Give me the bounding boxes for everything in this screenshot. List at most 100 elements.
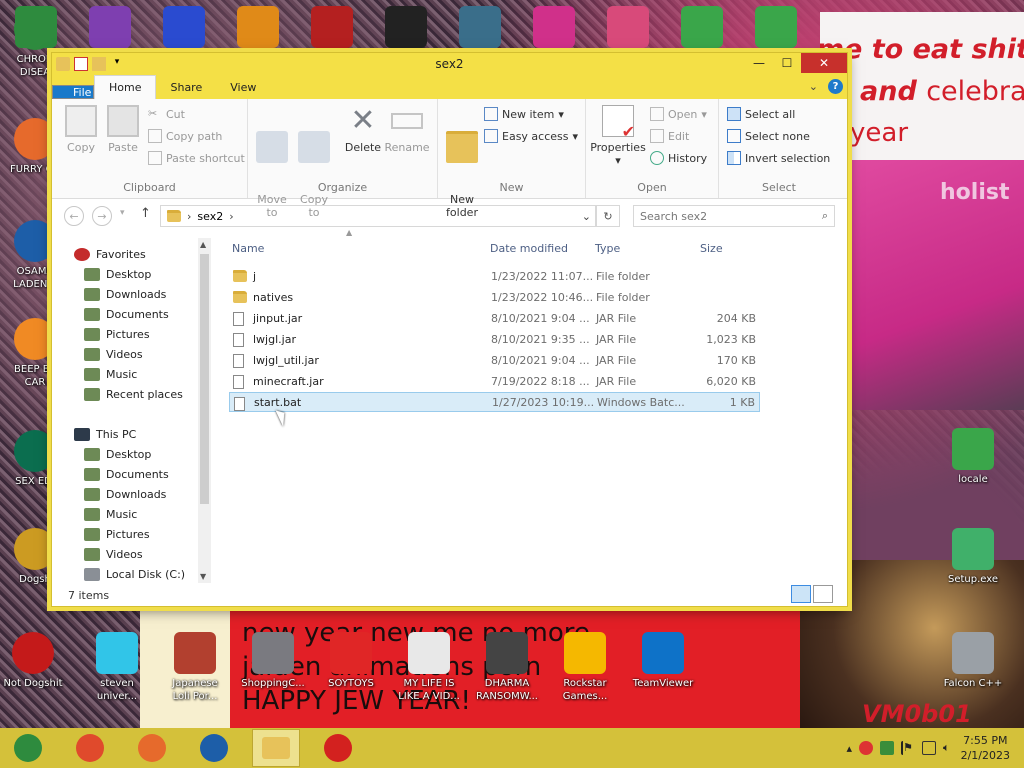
desktop-shortcut-bottom-7[interactable]: TeamViewer — [628, 632, 698, 690]
chevron-down-icon[interactable]: ▾ — [110, 57, 124, 71]
edit-button[interactable]: Edit — [650, 129, 689, 143]
cut-button[interactable]: ✂ Cut — [148, 107, 185, 121]
properties-button[interactable]: ✔ Properties ▾ — [588, 105, 648, 167]
table-row[interactable]: natives 1/23/2022 10:46... File folder — [229, 287, 760, 307]
nav-fav-documents[interactable]: Documents — [52, 304, 202, 324]
desktop-shortcut-bottom-6[interactable]: Rockstar Games... — [550, 632, 620, 703]
desktop-shortcut-top-10[interactable] — [748, 6, 804, 51]
tab-file[interactable]: File — [52, 85, 94, 99]
nav-fav-music[interactable]: Music — [52, 364, 202, 384]
minimize-button[interactable]: — — [745, 53, 773, 73]
recent-locations-button[interactable]: ▾ — [120, 208, 125, 218]
rename-button[interactable]: Rename — [384, 105, 430, 154]
chevron-up-icon[interactable]: ▴ — [846, 742, 852, 755]
copy-button[interactable]: Copy — [60, 105, 102, 154]
desktop-shortcut-right-0[interactable]: locale — [938, 428, 1008, 486]
stop-icon[interactable] — [858, 741, 873, 755]
paste-shortcut-button[interactable]: Paste shortcut — [148, 151, 245, 165]
desktop-shortcut-top-0[interactable] — [8, 6, 64, 51]
desktop-shortcut-bottom-1[interactable]: Japanese Loli Por... — [160, 632, 230, 703]
select-all-button[interactable]: Select all — [727, 107, 795, 121]
volume-icon[interactable]: 🔈︎ — [943, 741, 950, 755]
paste-button[interactable]: Paste — [102, 105, 144, 154]
taskbar-chrome-alt[interactable] — [4, 729, 52, 767]
properties-icon[interactable] — [74, 57, 88, 71]
network-icon[interactable] — [921, 741, 936, 755]
nav-fav-videos[interactable]: Videos — [52, 344, 202, 364]
folder-icon[interactable] — [56, 57, 70, 71]
desktop-shortcut-right-2[interactable]: Falcon C++ — [938, 632, 1008, 690]
copy-path-button[interactable]: Copy path — [148, 129, 222, 143]
clock[interactable]: 7:55 PM 2/1/2023 — [961, 733, 1010, 763]
desktop-shortcut-top-6[interactable] — [452, 6, 508, 51]
select-none-button[interactable]: Select none — [727, 129, 810, 143]
nav-pc-downloads[interactable]: Downloads — [52, 484, 202, 504]
breadcrumb-current[interactable]: sex2 — [197, 210, 223, 223]
desktop-shortcut-bottom-5[interactable]: DHARMA RANSOMW... — [472, 632, 542, 703]
large-icons-view-button[interactable] — [813, 585, 833, 603]
nav-pc-desktop[interactable]: Desktop — [52, 444, 202, 464]
details-view-button[interactable] — [791, 585, 811, 603]
up-button[interactable]: ↑ — [140, 206, 151, 221]
table-row[interactable]: start.bat 1/27/2023 10:19... Windows Batc.… — [229, 392, 760, 412]
new-item-button[interactable]: New item ▾ — [484, 107, 564, 121]
forward-button[interactable]: → — [92, 206, 112, 226]
tab-home[interactable]: Home — [94, 75, 157, 99]
column-size[interactable]: Size — [700, 242, 723, 255]
invert-selection-button[interactable]: Invert selection — [727, 151, 830, 165]
address-input[interactable]: › sex2 › ⌄ — [160, 205, 596, 227]
easy-access-button[interactable]: Easy access ▾ — [484, 129, 578, 143]
search-input[interactable]: Search sex2 ⌕ — [633, 205, 835, 227]
desktop-shortcut-bottom-2[interactable]: ShoppingC... — [238, 632, 308, 690]
taskbar-explorer[interactable] — [252, 729, 300, 767]
desktop-shortcut-top-5[interactable] — [378, 6, 434, 51]
table-row[interactable]: lwjgl.jar 8/10/2021 9:35 ... JAR File 1,023… — [229, 329, 760, 349]
delete-button[interactable]: ✕ Delete — [342, 105, 384, 155]
new-folder-icon[interactable] — [92, 57, 106, 71]
table-row[interactable]: minecraft.jar 7/19/2022 8:18 ... JAR File 6… — [229, 371, 760, 391]
back-button[interactable]: ← — [64, 206, 84, 226]
history-button[interactable]: History — [650, 151, 707, 165]
scroll-up-icon[interactable]: ▲ — [200, 240, 206, 249]
taskbar-obama[interactable] — [190, 729, 238, 767]
table-row[interactable]: lwjgl_util.jar 8/10/2021 9:04 ... JAR File… — [229, 350, 760, 370]
nav-fav-desktop[interactable]: Desktop — [52, 264, 202, 284]
desktop-shortcut-top-4[interactable] — [304, 6, 360, 51]
scroll-down-icon[interactable]: ▼ — [200, 572, 206, 581]
title-bar[interactable]: ▾ sex2 — ☐ ✕ — [52, 53, 847, 75]
maximize-button[interactable]: ☐ — [773, 53, 801, 73]
desktop-shortcut-top-1[interactable] — [82, 6, 138, 51]
scroll-thumb[interactable] — [200, 254, 209, 504]
table-row[interactable]: jinput.jar 8/10/2021 9:04 ... JAR File 204 … — [229, 308, 760, 328]
shield-icon[interactable] — [879, 741, 894, 755]
column-name[interactable]: Name — [232, 242, 264, 255]
nav-pc-music[interactable]: Music — [52, 504, 202, 524]
desktop-shortcut-bottom-3[interactable]: SOYTOYS — [316, 632, 386, 690]
desktop-shortcut-bottom-0[interactable]: steven univer... — [82, 632, 152, 703]
table-row[interactable]: j 1/23/2022 11:07... File folder — [229, 266, 760, 286]
nav-this-pc[interactable]: This PC — [52, 424, 202, 444]
chevron-down-icon[interactable]: ⌄ — [582, 210, 591, 223]
nav-fav-pictures[interactable]: Pictures — [52, 324, 202, 344]
desktop-shortcut-top-7[interactable] — [526, 6, 582, 51]
open-button[interactable]: Open ▾ — [650, 107, 707, 121]
tab-view[interactable]: View — [216, 75, 270, 99]
nav-pc-local-disk-c-[interactable]: Local Disk (C:) — [52, 564, 202, 583]
nav-fav-recent-places[interactable]: Recent places — [52, 384, 202, 404]
refresh-button[interactable]: ↻ — [596, 205, 620, 227]
desktop-shortcut-top-3[interactable] — [230, 6, 286, 51]
chevron-down-icon[interactable]: ⌄ — [809, 80, 818, 93]
taskbar-firefox[interactable] — [128, 729, 176, 767]
nav-pc-pictures[interactable]: Pictures — [52, 524, 202, 544]
desktop-shortcut-right-1[interactable]: Setup.exe — [938, 528, 1008, 586]
flag-icon[interactable]: ⚑ — [900, 741, 915, 755]
desktop-shortcut-top-8[interactable] — [600, 6, 656, 51]
nav-scrollbar[interactable]: ▲ ▼ — [198, 238, 211, 583]
desktop-shortcut-top-2[interactable] — [156, 6, 212, 51]
nav-fav-downloads[interactable]: Downloads — [52, 284, 202, 304]
taskbar-opera[interactable] — [314, 729, 362, 767]
column-type[interactable]: Type — [595, 242, 620, 255]
close-button[interactable]: ✕ — [801, 53, 847, 73]
help-icon[interactable]: ? — [828, 79, 843, 94]
nav-favorites[interactable]: Favorites — [52, 244, 202, 264]
